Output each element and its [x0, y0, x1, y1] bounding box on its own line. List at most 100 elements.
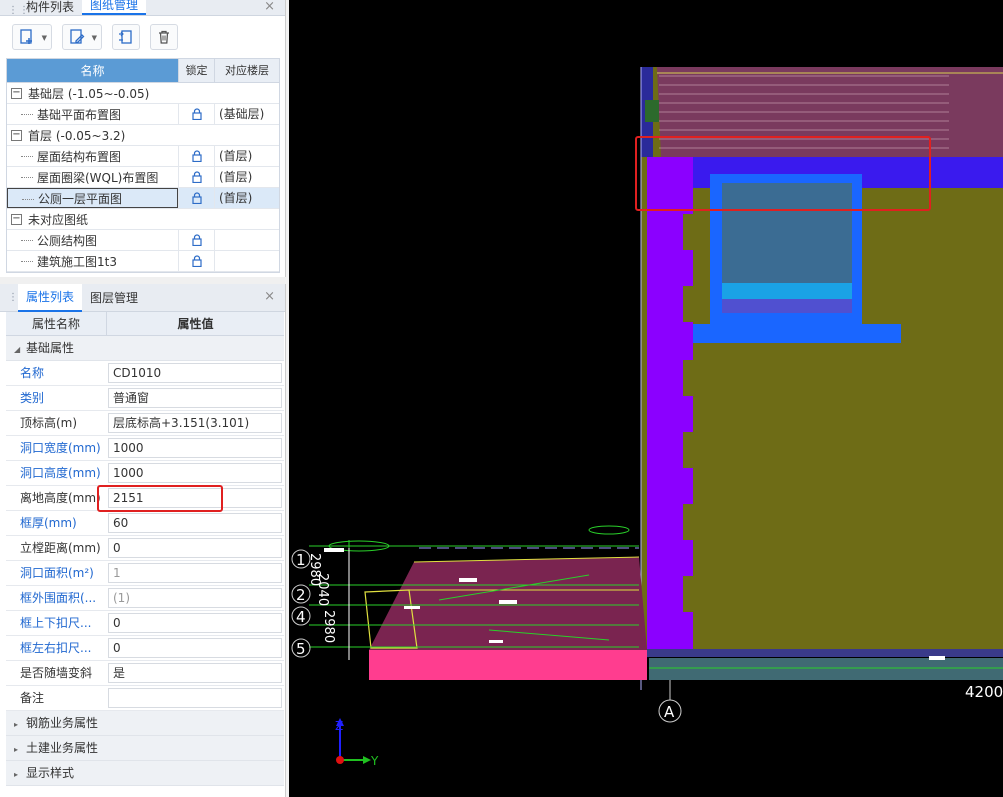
- prop-value-input[interactable]: 1000: [108, 438, 282, 458]
- lock-icon[interactable]: [191, 150, 203, 162]
- prop-row: 是否随墙变斜是: [6, 661, 284, 686]
- drawing-name: 公厕一层平面图: [38, 191, 123, 206]
- chevron-down-icon: ▼: [91, 34, 97, 42]
- prop-value-input[interactable]: 0: [108, 613, 282, 633]
- prop-value-input[interactable]: 60: [108, 513, 282, 533]
- lock-icon[interactable]: [191, 255, 203, 267]
- svg-text:Z: Z: [335, 719, 343, 733]
- collapse-icon[interactable]: −: [11, 129, 22, 141]
- highlight-box-lintel: [635, 136, 931, 211]
- lock-icon[interactable]: [191, 192, 203, 204]
- tree-item-selected[interactable]: 公厕一层平面图 (首层): [7, 188, 279, 209]
- window-sill: [693, 324, 901, 343]
- drawing-name: 屋面结构布置图: [37, 149, 122, 164]
- swap-file-icon: [119, 30, 132, 44]
- lock-icon[interactable]: [191, 234, 203, 246]
- col-lock[interactable]: 锁定: [178, 59, 214, 82]
- add-drawing-button[interactable]: ▼: [12, 24, 52, 50]
- drawing-floor: [214, 230, 279, 250]
- triangle-down-icon[interactable]: ◢: [14, 337, 26, 362]
- edit-icon: [70, 29, 85, 44]
- prop-row: 名称 CD1010: [6, 361, 284, 386]
- drawing-floor: [214, 251, 279, 271]
- property-table: 属性名称 属性值 ◢ 基础属性 名称 CD1010 类别 普通窗 顶标高(m) 层底标高…: [6, 312, 284, 786]
- prop-value-readonly: 1: [108, 563, 282, 583]
- dim-label-right: 4200: [965, 683, 1003, 701]
- section-basic-properties[interactable]: ◢ 基础属性: [6, 336, 284, 361]
- col-property-value: 属性值: [106, 312, 284, 335]
- drawing-name: 建筑施工图1t3: [37, 254, 117, 269]
- tree-item[interactable]: 基础平面布置图 (基础层): [7, 104, 279, 125]
- tree-item[interactable]: 建筑施工图1t3: [7, 251, 279, 272]
- prop-value-input[interactable]: 0: [108, 538, 282, 558]
- drawing-name: 公厕结构图: [37, 233, 98, 248]
- dim-label: 2980: [321, 610, 336, 643]
- prop-value-input[interactable]: 是: [108, 663, 282, 683]
- prop-row: 类别 普通窗: [6, 386, 284, 411]
- prop-row: 立樘距离(mm) 0: [6, 536, 284, 561]
- prop-value-input[interactable]: 普通窗: [108, 388, 282, 408]
- collapse-icon[interactable]: −: [11, 87, 22, 99]
- drawing-tree: 名称 锁定 对应楼层 − 基础层 (-1.05~-0.05) 基础平面布置图 (基…: [6, 58, 280, 273]
- tab-property-list[interactable]: 属性列表: [18, 283, 83, 312]
- prop-value-input[interactable]: 1000: [108, 463, 282, 483]
- axis-label: 2: [296, 586, 306, 604]
- drag-grip-icon[interactable]: ⋮⋮: [8, 6, 29, 16]
- tree-group-unassigned[interactable]: − 未对应图纸: [7, 209, 279, 230]
- dim-label: 2040: [315, 573, 330, 606]
- prop-value-readonly: (1): [108, 588, 282, 608]
- tree-header: 名称 锁定 对应楼层: [7, 59, 279, 83]
- triangle-right-icon[interactable]: ▸: [14, 737, 26, 762]
- vertical-dimensions: 2980 2040 2980: [307, 553, 336, 643]
- col-property-name: 属性名称: [31, 317, 80, 331]
- trash-icon: [159, 30, 169, 44]
- drawing-floor: (首层): [214, 188, 279, 208]
- prop-value-input[interactable]: [108, 688, 282, 708]
- tab-drawing-management[interactable]: 图纸管理: [82, 0, 147, 15]
- svg-text:Y: Y: [370, 754, 379, 768]
- tree-item[interactable]: 公厕结构图: [7, 230, 279, 251]
- replace-drawing-button[interactable]: [112, 24, 140, 50]
- drag-grip-icon[interactable]: ⋮⋮: [8, 292, 29, 302]
- tab-layer-management[interactable]: 图层管理: [82, 285, 146, 311]
- drawing-floor: (首层): [214, 167, 279, 187]
- tree-item[interactable]: 屋面圈梁(WQL)布置图 (首层): [7, 167, 279, 188]
- section-civil-properties[interactable]: ▸ 土建业务属性: [6, 736, 284, 761]
- prop-row: 洞口宽度(mm) 1000: [6, 436, 284, 461]
- prop-value-input[interactable]: 层底标高+3.151(3.101): [108, 413, 282, 433]
- lock-icon[interactable]: [191, 171, 203, 183]
- model-drawing: 1 2 4 5 A 2980 2040 2980 4200 Z Y: [291, 67, 1003, 768]
- drawing-floor: (首层): [214, 146, 279, 166]
- triangle-right-icon[interactable]: ▸: [14, 762, 26, 787]
- bottom-tabbar: ⋮⋮ 属性列表 图层管理 ×: [0, 283, 285, 312]
- edit-drawing-button[interactable]: ▼: [62, 24, 102, 50]
- collapse-icon[interactable]: −: [11, 213, 22, 225]
- tab-component-list[interactable]: 构件列表: [18, 0, 82, 15]
- section-rebar-properties[interactable]: ▸ 钢筋业务属性: [6, 711, 284, 736]
- close-icon[interactable]: ×: [264, 0, 275, 14]
- prop-value-input[interactable]: CD1010: [108, 363, 282, 383]
- drawing-name: 基础平面布置图: [37, 107, 122, 122]
- col-floor[interactable]: 对应楼层: [214, 59, 279, 82]
- section-display-style[interactable]: ▸ 显示样式: [6, 761, 284, 786]
- lock-icon[interactable]: [191, 108, 203, 120]
- chevron-down-icon: ▼: [41, 34, 47, 42]
- drawing-management-panel: ⋮⋮ 构件列表 图纸管理 × ▼ ▼ 名称 锁定 对应楼层 − 基础层 (-1.…: [0, 0, 286, 277]
- property-header: 属性名称 属性值: [6, 312, 284, 336]
- tree-group-foundation[interactable]: − 基础层 (-1.05~-0.05): [7, 83, 279, 104]
- close-icon[interactable]: ×: [264, 290, 275, 304]
- group-label: 首层 (-0.05~3.2): [28, 128, 126, 143]
- prop-row: 框外围面积(... (1): [6, 586, 284, 611]
- 3d-viewport[interactable]: 1 2 4 5 A 2980 2040 2980 4200 Z Y: [289, 0, 1003, 797]
- drawing-name: 屋面圈梁(WQL)布置图: [37, 170, 159, 185]
- group-label: 未对应图纸: [28, 212, 89, 227]
- axis-gizmo-icon: Z Y: [335, 718, 379, 768]
- add-file-icon: [20, 29, 32, 44]
- tree-group-first-floor[interactable]: − 首层 (-0.05~3.2): [7, 125, 279, 146]
- top-tabbar: ⋮⋮ 构件列表 图纸管理 ×: [0, 0, 285, 16]
- delete-drawing-button[interactable]: [150, 24, 178, 50]
- triangle-right-icon[interactable]: ▸: [14, 712, 26, 737]
- col-name[interactable]: 名称: [7, 59, 178, 82]
- tree-item[interactable]: 屋面结构布置图 (首层): [7, 146, 279, 167]
- prop-value-input[interactable]: 0: [108, 638, 282, 658]
